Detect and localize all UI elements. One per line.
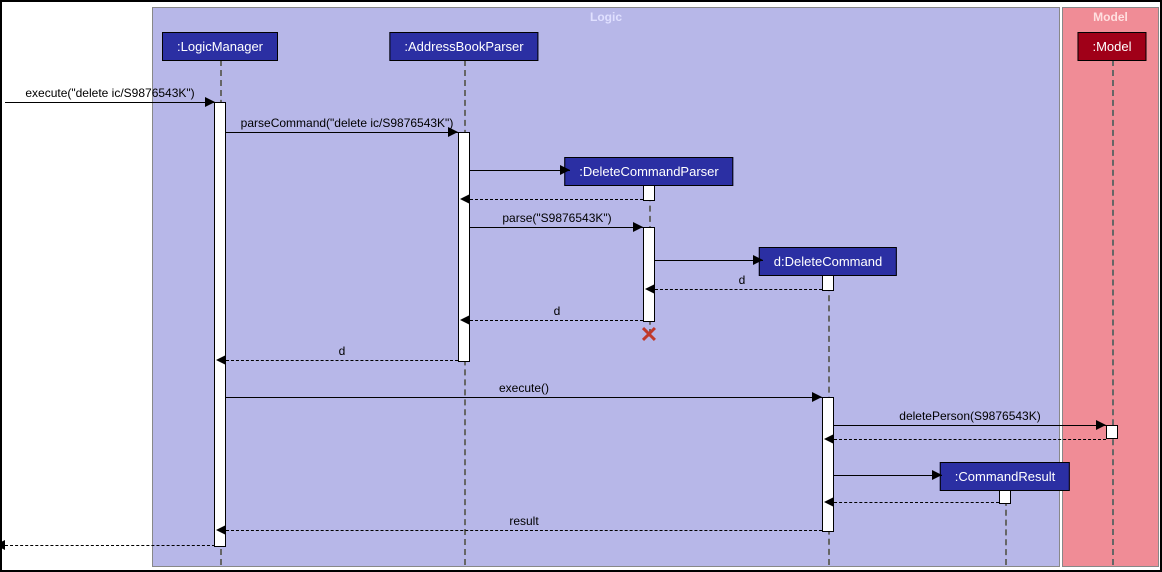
arrow-return-result: [216, 525, 226, 535]
region-logic-title: Logic: [590, 10, 622, 24]
participant-deletecommandparser: :DeleteCommandParser: [564, 157, 733, 186]
msg-return-d1: [655, 289, 822, 290]
arrow-parse: [633, 222, 643, 232]
msg-return-model: [834, 439, 1106, 440]
arrow-create-dc: [753, 255, 763, 265]
arrow-return-model: [824, 434, 834, 444]
destroy-icon: ✕: [640, 322, 658, 348]
arrow-return-external: [0, 540, 5, 550]
participant-deletecommand: d:DeleteCommand: [759, 247, 897, 276]
participant-commandresult: :CommandResult: [940, 462, 1070, 491]
label-deleteperson: deletePerson(S9876543K): [899, 409, 1040, 423]
msg-execute-delete: [5, 102, 215, 103]
msg-return-d2: [470, 320, 643, 321]
arrow-execute: [812, 392, 822, 402]
label-return-d2: d: [554, 304, 561, 318]
lifeline-model: [1112, 60, 1114, 565]
msg-return-d3: [226, 360, 458, 361]
msg-deleteperson: [834, 425, 1106, 426]
msg-return-result: [226, 530, 822, 531]
region-model-title: Model: [1093, 10, 1128, 24]
participant-addressbookparser: :AddressBookParser: [389, 32, 538, 61]
label-parsecommand: parseCommand("delete ic/S9876543K"): [241, 116, 454, 130]
participant-logicmanager: :LogicManager: [162, 32, 278, 61]
activation-addressbookparser: [458, 132, 470, 362]
msg-return-external: [5, 545, 215, 546]
participant-model: :Model: [1077, 32, 1146, 61]
msg-parsecommand: [226, 132, 458, 133]
msg-parse: [470, 227, 643, 228]
arrow-return-d2: [460, 315, 470, 325]
activation-deletecommand-1: [822, 275, 834, 291]
arrow-return-dcp-created: [460, 194, 470, 204]
msg-create-dcp: [470, 170, 570, 171]
msg-create-dc: [655, 260, 763, 261]
arrow-return-cr: [824, 497, 834, 507]
msg-return-dcp-created: [470, 199, 643, 200]
activation-model: [1106, 425, 1118, 439]
arrow-execute-delete: [205, 97, 215, 107]
msg-return-cr: [834, 502, 999, 503]
activation-deletecommandparser-2: [643, 227, 655, 322]
label-execute-delete: execute("delete ic/S9876543K"): [25, 86, 194, 100]
activation-deletecommandparser-1: [643, 185, 655, 201]
label-return-d1: d: [739, 273, 746, 287]
label-return-d3: d: [339, 344, 346, 358]
label-execute: execute(): [499, 381, 549, 395]
label-parse: parse("S9876543K"): [502, 211, 611, 225]
arrow-deleteperson: [1096, 420, 1106, 430]
region-model: Model: [1062, 7, 1159, 567]
activation-commandresult: [999, 490, 1011, 504]
msg-create-cr: [834, 475, 942, 476]
arrow-create-dcp: [560, 165, 570, 175]
sequence-diagram: Logic Model :LogicManager :AddressBookPa…: [0, 0, 1162, 572]
arrow-create-cr: [932, 470, 942, 480]
arrow-return-d3: [216, 355, 226, 365]
activation-deletecommand-2: [822, 397, 834, 532]
arrow-return-d1: [645, 284, 655, 294]
msg-execute: [226, 397, 822, 398]
label-return-result: result: [509, 514, 538, 528]
activation-logicmanager: [214, 102, 226, 547]
region-logic: Logic: [152, 7, 1060, 567]
